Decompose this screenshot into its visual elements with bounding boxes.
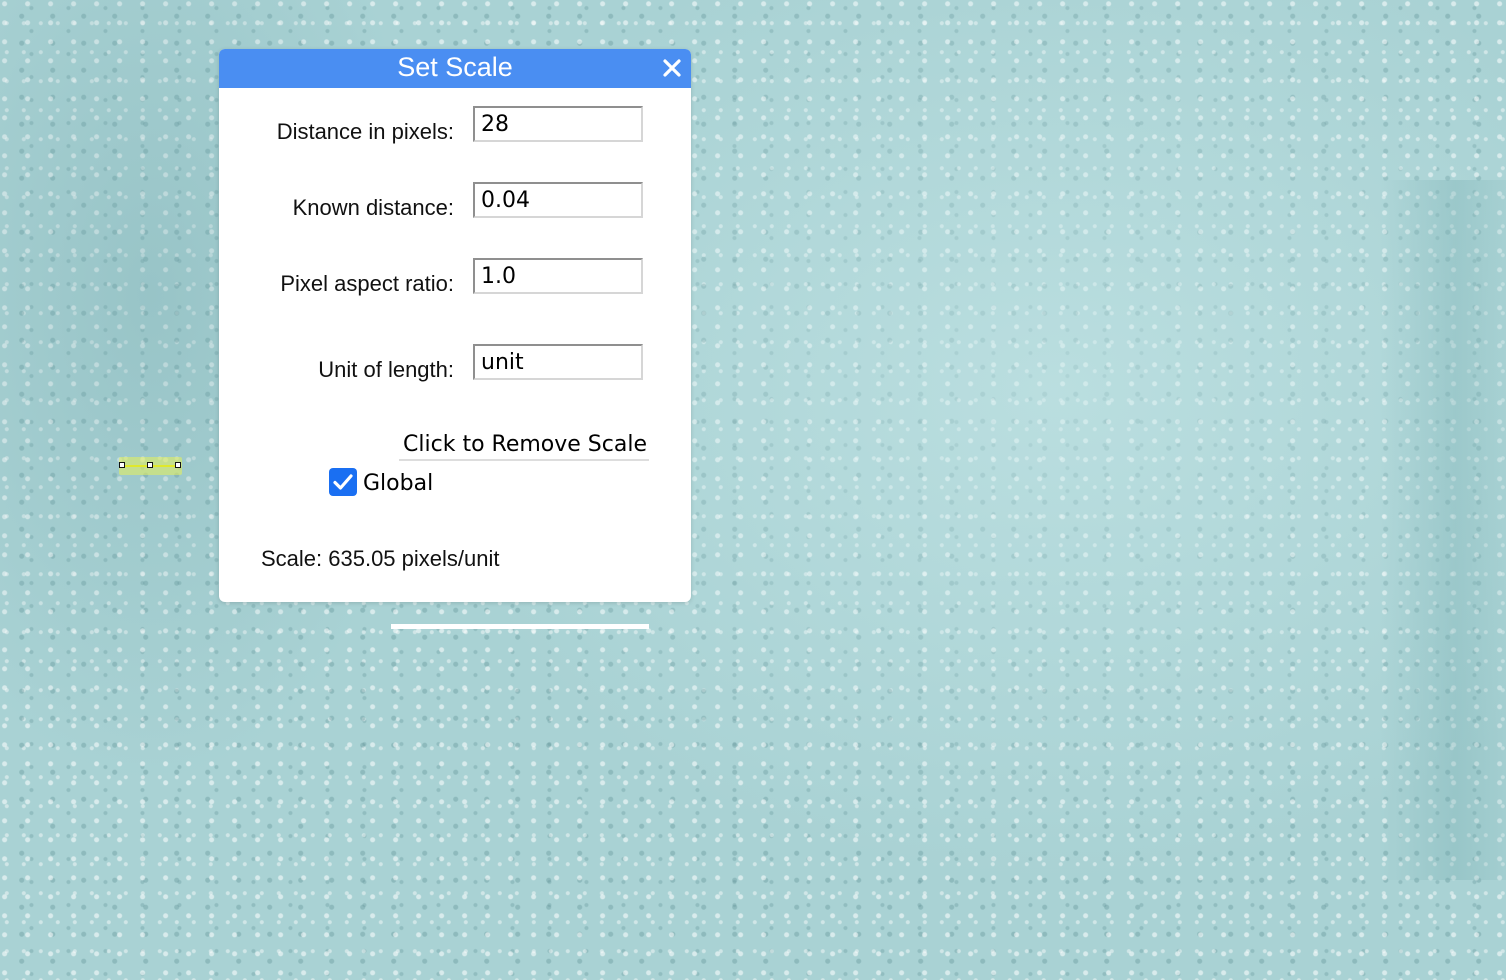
dialog-titlebar[interactable]: Set Scale [219, 49, 691, 88]
pixel-aspect-ratio-label: Pixel aspect ratio: [280, 271, 454, 296]
close-button[interactable] [657, 53, 687, 83]
checkmark-icon [333, 474, 353, 490]
scale-readout: Scale: 635.05 pixels/unit [261, 546, 500, 571]
known-distance-input[interactable] [473, 182, 643, 218]
unit-of-length-input[interactable] [473, 344, 643, 380]
pixel-aspect-ratio-input[interactable] [473, 258, 643, 294]
set-scale-dialog: Set Scale Distance in pixels: Known dist… [219, 49, 691, 602]
close-icon [663, 59, 681, 77]
global-label: Global [363, 471, 434, 496]
distance-pixels-input[interactable] [473, 106, 643, 142]
scale-line-start-handle[interactable] [119, 462, 125, 468]
canvas-shading [1380, 180, 1506, 880]
dialog-title: Set Scale [397, 52, 513, 82]
distance-pixels-label: Distance in pixels: [276, 119, 454, 144]
remove-scale-button[interactable]: Click to Remove Scale [399, 430, 649, 461]
dialog-overflow-bar [391, 624, 649, 629]
scale-line-end-handle[interactable] [175, 462, 181, 468]
unit-of-length-label: Unit of length: [318, 357, 454, 382]
global-checkbox[interactable] [329, 468, 357, 496]
scale-line-mid-handle[interactable] [147, 462, 153, 468]
known-distance-label: Known distance: [292, 195, 454, 220]
